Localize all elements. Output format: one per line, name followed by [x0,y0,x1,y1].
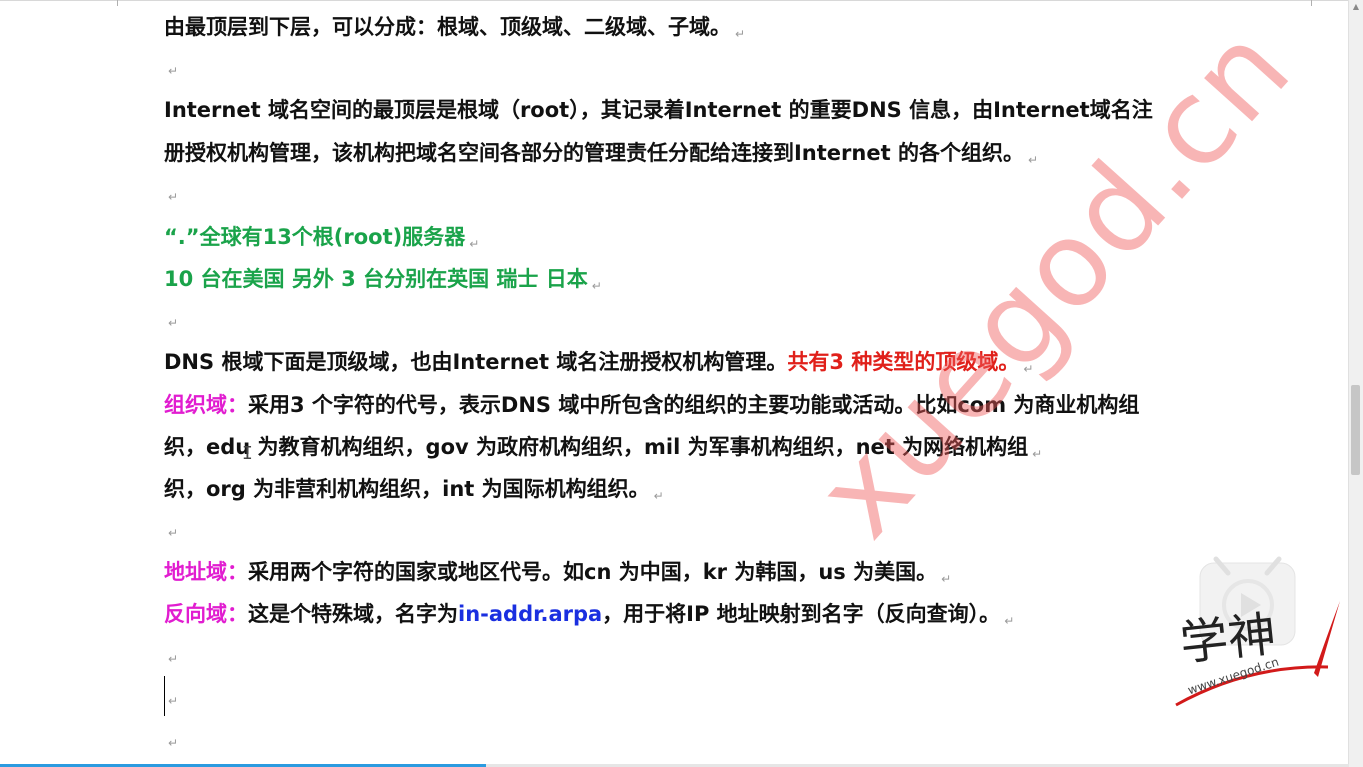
text-address-domain: 采用两个字符的国家或地区代号。如cn 为中国，kr 为韩国，us 为美国。 [248,560,938,584]
paragraph-mark-icon: ↵ [1004,614,1015,628]
line-root-domain-1: Internet 域名空间的最顶层是根域（root），其记录着Internet … [164,96,1153,124]
text-reverse-domain-2: ，用于将IP 地址映射到名字（反向查询）。 [602,602,1001,626]
label-address-domain: 地址域： [164,560,248,584]
paragraph-mark-icon: ↵ [653,489,664,503]
paragraph-mark-icon: ↵ [469,237,480,251]
vertical-scrollbar[interactable]: ▲ [1348,0,1363,767]
paragraph-mark-icon: ↵ [168,736,179,750]
line-reverse-domain: 反向域：这是个特殊域，名字为in-addr.arpa，用于将IP 地址映射到名字… [164,600,1014,635]
paragraph-mark-icon: ↵ [168,526,179,540]
text-root-domain-2: 册授权机构管理，该机构把域名空间各部分的管理责任分配给连接到Internet 的… [164,141,1024,165]
text-org-domain-3: 织，org 为非营利机构组织，int 为国际机构组织。 [164,477,650,501]
paragraph-mark-icon: ↵ [941,572,952,586]
paragraph-mark-icon: ↵ [1032,447,1043,461]
paragraph-mark-icon: ↵ [591,279,602,293]
paragraph-mark-icon: ↵ [168,694,179,708]
label-org-domain: 组织域： [164,393,248,417]
xuegod-logo: 学神 [1175,556,1340,707]
text-root-servers: “.”全球有13个根(root)服务器 [164,225,466,249]
scroll-up-icon[interactable]: ▲ [1351,2,1361,12]
line-root-servers: “.”全球有13个根(root)服务器 ↵ [164,223,479,258]
text-cursor[interactable] [164,676,165,716]
text-levels: 由最顶层到下层，可以分成：根域、顶级域、二级域、子域。 [164,15,731,39]
margin-corner-right [1311,0,1312,6]
paragraph-mark-icon: ↵ [735,27,746,41]
line-address-domain: 地址域：采用两个字符的国家或地区代号。如cn 为中国，kr 为韩国，us 为美国… [164,558,951,593]
line-org-domain-3: 织，org 为非营利机构组织，int 为国际机构组织。 ↵ [164,475,664,510]
text-in-addr-arpa: in-addr.arpa [458,602,603,626]
paragraph-mark-icon: ↵ [1027,153,1039,167]
line-server-locations: 10 台在美国 另外 3 台分别在英国 瑞士 日本 ↵ [164,265,602,300]
line-root-domain-2: 册授权机构管理，该机构把域名空间各部分的管理责任分配给连接到Internet 的… [164,139,1038,174]
text-root-domain-1: Internet 域名空间的最顶层是根域（root），其记录着Internet … [164,98,1153,122]
paragraph-mark-icon: ↵ [168,64,179,78]
ruler-edge [0,0,1363,1]
margin-corner-left [117,0,118,6]
paragraph-mark-icon: ↵ [168,190,179,204]
line-levels: 由最顶层到下层，可以分成：根域、顶级域、二级域、子域。 ↵ [164,13,745,48]
paragraph-mark-icon: ↵ [168,316,179,330]
paragraph-mark-icon: ↵ [168,652,179,666]
text-top-level: DNS 根域下面是顶级域，也由Internet 域名注册授权机构管理。 [164,350,788,374]
ibeam-cursor-icon: I [242,443,253,464]
scroll-thumb[interactable] [1351,385,1360,475]
watermark: xuegod.cn [790,0,1318,563]
text-server-locations: 10 台在美国 另外 3 台分别在英国 瑞士 日本 [164,267,588,291]
text-reverse-domain-1: 这是个特殊域，名字为 [248,602,458,626]
label-reverse-domain: 反向域： [164,602,248,626]
